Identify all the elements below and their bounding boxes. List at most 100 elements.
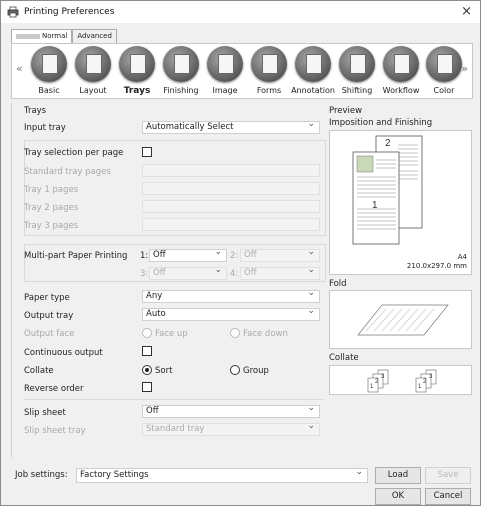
tray2-pages-input[interactable] xyxy=(142,200,320,213)
multipart-label: Multi-part Paper Printing xyxy=(24,251,128,261)
trays-panel: Trays Input tray Automatically Select Tr… xyxy=(11,103,326,457)
collate-label: Collate xyxy=(24,366,54,376)
tray1-pages-label: Tray 1 pages xyxy=(24,185,79,195)
preview-title: Preview xyxy=(329,106,363,116)
collate-sort-label: Sort xyxy=(155,366,173,376)
continuous-output-checkbox[interactable] xyxy=(142,346,152,356)
standard-tray-pages-input[interactable] xyxy=(142,164,320,177)
ribbon-basic[interactable]: Basic xyxy=(25,46,73,95)
close-icon[interactable]: × xyxy=(461,4,472,19)
face-up-radio[interactable] xyxy=(142,328,152,338)
image-icon xyxy=(207,46,243,82)
slip-sheet-tray-select[interactable]: Standard tray xyxy=(142,421,320,436)
tab-advanced[interactable]: Advanced xyxy=(72,29,117,43)
divider xyxy=(24,399,324,400)
input-tray-label: Input tray xyxy=(24,123,66,133)
ribbon-trays[interactable]: Trays xyxy=(113,46,161,96)
scroll-left-icon[interactable]: « xyxy=(16,62,23,75)
imposition-drawing: 2 1 xyxy=(352,135,423,245)
output-tray-label: Output tray xyxy=(24,311,74,321)
workflow-icon xyxy=(383,46,419,82)
trays-section-title: Trays xyxy=(24,106,47,116)
ribbon-label: Trays xyxy=(123,86,151,96)
ok-button[interactable]: OK xyxy=(375,488,421,505)
forms-icon xyxy=(251,46,287,82)
job-settings-select[interactable]: Factory Settings xyxy=(76,466,368,483)
fold-drawing xyxy=(357,304,449,336)
tray3-pages-label: Tray 3 pages xyxy=(24,221,79,231)
ribbon-label: Image xyxy=(212,86,238,95)
trays-icon xyxy=(119,46,155,82)
ribbon-label: Forms xyxy=(256,86,282,95)
tray-selection-per-page-checkbox[interactable] xyxy=(142,147,152,157)
preview-panel: Preview Imposition and Finishing 2 1 A4 … xyxy=(325,103,472,457)
imposition-label: Imposition and Finishing xyxy=(329,118,433,128)
paper-size: A4 xyxy=(457,253,467,261)
slip-sheet-tray-label: Slip sheet tray xyxy=(24,426,86,436)
ribbon-label: Finishing xyxy=(163,86,199,95)
multipart-slot1-select[interactable]: Off xyxy=(149,247,227,262)
ribbon-shifting[interactable]: Shifting xyxy=(333,46,381,95)
annotation-icon xyxy=(295,46,331,82)
multipart-slot2-select[interactable]: Off xyxy=(240,247,320,262)
tab-normal-label: Normal xyxy=(42,32,68,40)
ribbon-forms[interactable]: Forms xyxy=(245,46,293,95)
paper-type-label: Paper type xyxy=(24,293,70,303)
collate-preview: 1 2 3 1 2 3 xyxy=(329,365,472,395)
ribbon-finishing[interactable]: Finishing xyxy=(157,46,205,95)
window-title: Printing Preferences xyxy=(24,7,115,17)
standard-tray-pages-label: Standard tray pages xyxy=(24,167,111,177)
collate-sort-radio[interactable] xyxy=(142,365,152,375)
ribbon-label: Workflow xyxy=(382,86,420,95)
multipart-slot3-select[interactable]: Off xyxy=(149,265,227,280)
ribbon-workflow[interactable]: Workflow xyxy=(377,46,425,95)
tab-strip: Normal Advanced xyxy=(11,29,117,44)
ribbon-label: Color xyxy=(433,86,455,95)
title-bar: Printing Preferences × xyxy=(1,1,480,23)
page-num-back: 2 xyxy=(385,138,391,149)
multipart-slot-num: 4: xyxy=(230,269,239,279)
layout-icon xyxy=(75,46,111,82)
job-settings-label: Job settings: xyxy=(15,470,68,480)
ribbon-label: Basic xyxy=(38,86,60,95)
paper-type-select[interactable]: Any xyxy=(142,288,320,303)
color-icon xyxy=(426,46,462,82)
reverse-order-checkbox[interactable] xyxy=(142,382,152,392)
multipart-slot-num: 3: xyxy=(140,269,149,279)
fold-label: Fold xyxy=(329,279,347,289)
input-tray-select[interactable]: Automatically Select xyxy=(142,119,320,134)
ribbon-label: Shifting xyxy=(341,86,373,95)
reverse-order-label: Reverse order xyxy=(24,384,84,394)
tray-selection-per-page-label: Tray selection per page xyxy=(24,148,124,158)
multipart-slot-num: 2: xyxy=(230,251,239,261)
slip-sheet-select[interactable]: Off xyxy=(142,403,320,418)
continuous-output-label: Continuous output xyxy=(24,348,103,358)
tab-normal[interactable]: Normal xyxy=(11,29,73,44)
face-up-label: Face up xyxy=(155,329,188,339)
collate-drawing: 1 2 3 1 2 3 xyxy=(367,369,437,393)
ribbon-color[interactable]: Color xyxy=(420,46,468,95)
ribbon-image[interactable]: Image xyxy=(201,46,249,95)
load-button[interactable]: Load xyxy=(375,467,421,484)
output-face-label: Output face xyxy=(24,329,75,339)
tray3-pages-input[interactable] xyxy=(142,218,320,231)
output-tray-select[interactable]: Auto xyxy=(142,306,320,321)
ribbon-label: Annotation xyxy=(291,86,335,95)
tray1-pages-input[interactable] xyxy=(142,182,320,195)
cancel-button[interactable]: Cancel xyxy=(425,488,471,505)
face-down-label: Face down xyxy=(243,329,288,339)
slip-sheet-label: Slip sheet xyxy=(24,408,66,418)
ribbon-layout[interactable]: Layout xyxy=(69,46,117,95)
page-num-front: 1 xyxy=(372,200,378,211)
save-button[interactable]: Save xyxy=(425,467,471,484)
face-down-radio[interactable] xyxy=(230,328,240,338)
multipart-slot4-select[interactable]: Off xyxy=(240,265,320,280)
collate-group-radio[interactable] xyxy=(230,365,240,375)
printer-icon xyxy=(7,6,19,18)
fold-preview xyxy=(329,290,472,349)
ribbon-annotation[interactable]: Annotation xyxy=(289,46,337,95)
feature-ribbon: « » Basic Layout Trays Finishing Image F… xyxy=(11,43,473,99)
ribbon-label: Layout xyxy=(79,86,107,95)
shifting-icon xyxy=(339,46,375,82)
finishing-icon xyxy=(163,46,199,82)
